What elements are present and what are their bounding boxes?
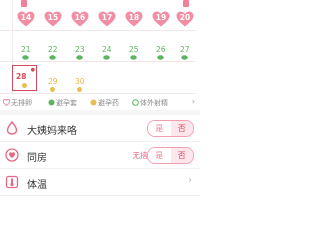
period-heart-icon: 20 [176,11,194,27]
day-number: 29 [48,77,58,86]
heart-outline-icon [2,98,11,107]
period-heart-icon: 17 [98,11,116,27]
ovulation-dot-icon [22,83,27,88]
legend-label: 避孕药 [98,99,119,107]
legend-condom: 避孕套 [48,98,77,108]
period-heart-icon: 14 [17,11,35,27]
calendar-day-17[interactable]: 17 [93,0,120,29]
calendar-day-22[interactable]: 22 [39,32,66,61]
day-number: 19 [155,13,167,22]
period-heart-icon: 15 [44,11,62,27]
grid-divider [0,93,196,94]
condom-icon [48,99,55,106]
leaf-icon [157,55,164,60]
legend-withdrawal: 体外射精 [132,98,168,108]
grid-divider [0,61,196,62]
row-weight[interactable]: 体重 › [0,194,200,200]
day-number: 14 [20,13,32,22]
thermometer-icon [5,175,19,189]
intimacy-toggle[interactable]: 是 否 [147,147,194,164]
calendar-day-15[interactable]: 15 [39,0,66,29]
period-yes-option[interactable]: 是 [148,121,171,136]
day-number: 22 [48,45,58,54]
day-number: 30 [75,77,85,86]
legend-no-protection: 无排卵 [2,98,32,108]
calendar-day-29[interactable]: 29 [39,64,66,93]
day-number: 16 [74,13,86,22]
period-heart-icon: 16 [71,11,89,27]
intimacy-no-option[interactable]: 否 [170,148,193,163]
row-label: 同房 [27,153,47,164]
heart-circle-icon [5,148,19,162]
legend-label: 避孕套 [56,99,77,107]
day-number: 24 [102,45,112,54]
day-number: 15 [47,13,59,22]
row-temperature[interactable]: 体温 › [0,169,200,196]
calendar-day-21[interactable]: 21 [12,32,39,61]
calendar-day-23[interactable]: 23 [66,32,93,61]
row-label: 大姨妈来咯 [27,126,77,137]
leaf-icon [22,55,29,60]
calendar-grid: 14 15 16 17 18 19 20 21 22 23 24 25 26 2… [0,0,200,95]
withdrawal-icon [132,99,139,106]
day-number: 23 [75,45,85,54]
day-number: 21 [21,45,31,54]
calendar-day-19[interactable]: 19 [147,0,174,29]
ovulation-dot-icon [50,87,55,92]
intimacy-yes-option[interactable]: 是 [148,148,171,163]
row-label: 体温 [27,180,47,191]
period-no-option[interactable]: 否 [170,121,193,136]
legend-pill: 避孕药 [90,98,119,108]
legend-label: 无排卵 [11,99,32,107]
calendar-day-30[interactable]: 30 [66,64,93,93]
day-number: 26 [156,45,166,54]
record-mark-icon: ● [30,67,35,73]
row-intimacy: 同房 无措施 是 否 [0,142,200,169]
calendar-day-24[interactable]: 24 [93,32,120,61]
app-root: 14 15 16 17 18 19 20 21 22 23 24 25 26 2… [0,0,200,200]
calendar-day-14[interactable]: 14 [12,0,39,29]
leaf-icon [49,55,56,60]
leaf-icon [76,55,83,60]
leaf-icon [103,55,110,60]
day-number: 17 [101,13,113,22]
period-heart-icon: 18 [125,11,143,27]
pill-icon [90,99,97,106]
day-number: 28 [16,72,27,81]
day-number: 18 [128,13,140,22]
day-number: 25 [129,45,139,54]
period-toggle[interactable]: 是 否 [147,120,194,137]
period-heart-icon: 19 [152,11,170,27]
chevron-right-icon: › [188,175,192,186]
day-number: 20 [179,13,191,22]
calendar-day-16[interactable]: 16 [66,0,93,29]
row-period: 大姨妈来咯 是 否 [0,115,200,142]
leaf-icon [130,55,137,60]
calendar-day-28-today[interactable]: ● 28 [12,65,37,91]
day-number: 27 [180,45,190,54]
grid-divider [0,30,196,31]
ovulation-dot-icon [77,87,82,92]
legend-label: 体外射精 [140,99,168,107]
calendar-day-25[interactable]: 25 [120,32,147,61]
legend-bar: 无排卵 避孕套 避孕药 体外射精 › [0,96,200,110]
droplet-icon [6,121,18,135]
calendar-day-20[interactable]: 20 [171,0,198,29]
leaf-icon [181,55,188,60]
calendar-day-18[interactable]: 18 [120,0,147,29]
legend-more-chevron-icon[interactable]: › [192,97,195,106]
calendar-day-26[interactable]: 26 [147,32,174,61]
calendar-day-27[interactable]: 27 [171,32,198,61]
